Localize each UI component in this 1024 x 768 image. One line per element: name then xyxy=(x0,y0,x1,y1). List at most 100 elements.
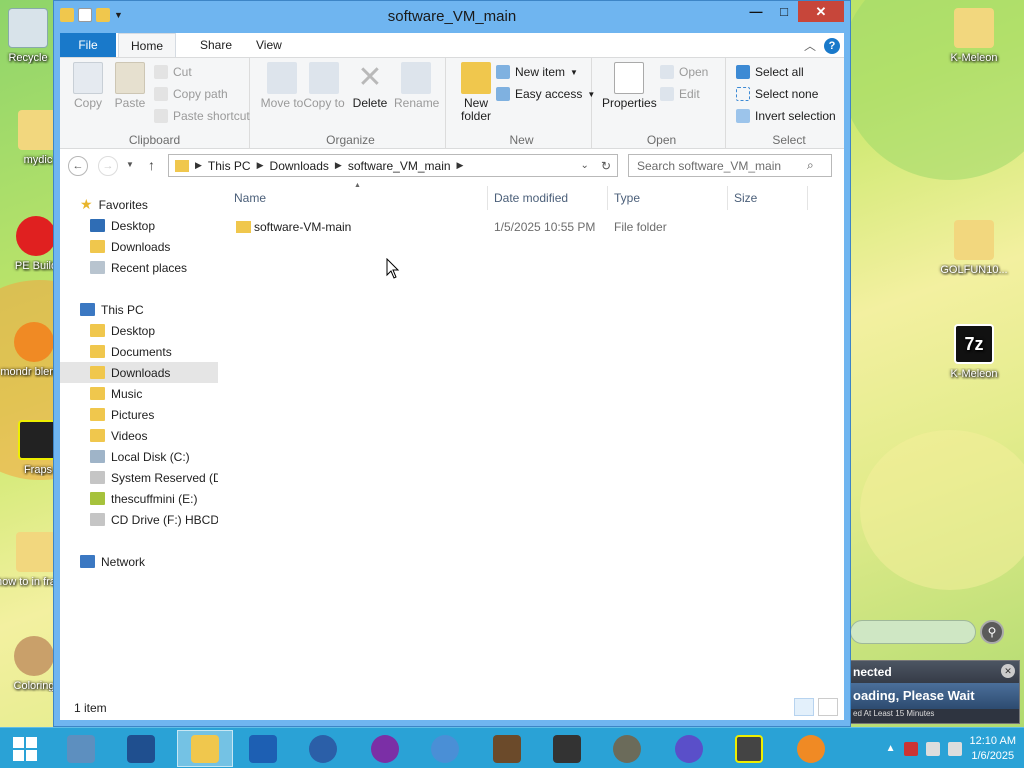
refresh-icon[interactable]: ↻ xyxy=(595,159,617,173)
column-header-type[interactable]: Type xyxy=(608,186,728,210)
nav-fav-downloads[interactable]: Downloads xyxy=(60,236,218,257)
nav-pc-downloads[interactable]: Downloads xyxy=(60,362,218,383)
nav-favorites[interactable]: ★ Favorites xyxy=(60,194,218,215)
rename-button[interactable]: Rename xyxy=(394,62,440,110)
taskbar-fraps[interactable] xyxy=(724,730,774,767)
taskbar-virus-app[interactable] xyxy=(664,730,714,767)
taskbar-yahoo-messenger[interactable] xyxy=(360,730,410,767)
tab-file[interactable]: File xyxy=(60,33,116,57)
maximize-button[interactable]: □ xyxy=(770,1,798,22)
search-icon[interactable]: ⌕ xyxy=(807,158,814,173)
taskbar-gimp[interactable] xyxy=(602,730,652,767)
invert-selection-button[interactable]: Invert selection xyxy=(736,106,836,126)
select-all-button[interactable]: Select all xyxy=(736,62,804,82)
taskbar-server-manager[interactable] xyxy=(56,730,106,767)
new-folder-button[interactable]: New folder xyxy=(454,62,498,123)
nav-pc-system-reserved-d[interactable]: System Reserved (D: xyxy=(60,467,218,488)
copy-to-icon xyxy=(309,62,339,94)
nav-pc-music[interactable]: Music xyxy=(60,383,218,404)
edit-label: Edit xyxy=(679,87,700,101)
taskbar-file-explorer[interactable] xyxy=(177,730,233,767)
copy-button[interactable]: Copy xyxy=(66,62,110,110)
taskbar-powershell[interactable] xyxy=(116,730,166,767)
nav-network[interactable]: Network xyxy=(60,551,218,572)
taskbar-app-a[interactable] xyxy=(238,730,288,767)
edit-button[interactable]: Edit xyxy=(660,84,700,104)
desktop-icon-golfun[interactable]: GOLFUN10... xyxy=(934,220,1014,276)
nav-fav-desktop[interactable]: Desktop xyxy=(60,215,218,236)
search-input[interactable] xyxy=(637,158,807,173)
up-arrow-icon[interactable]: ↑ xyxy=(148,157,155,173)
rename-label: Rename xyxy=(394,96,440,110)
nav-pc-documents[interactable]: Documents xyxy=(60,341,218,362)
open-button[interactable]: Open xyxy=(660,62,708,82)
copy-path-button[interactable]: Copy path xyxy=(154,84,228,104)
search-icon[interactable]: ⚲ xyxy=(980,620,1004,644)
new-item-button[interactable]: New item ▼ xyxy=(496,62,578,82)
recent-locations-chevron-icon[interactable]: ▼ xyxy=(126,160,134,169)
nav-pc-cd-drive-f[interactable]: CD Drive (F:) HBCD_ xyxy=(60,509,218,530)
breadcrumb-this-pc[interactable]: This PC xyxy=(202,159,257,173)
nav-pc-local-disk-c[interactable]: Local Disk (C:) xyxy=(60,446,218,467)
nav-pc-videos[interactable]: Videos xyxy=(60,425,218,446)
start-button[interactable] xyxy=(0,730,50,767)
paste-shortcut-button[interactable]: Paste shortcut xyxy=(154,106,250,126)
search-box[interactable]: ⌕ xyxy=(628,154,832,177)
taskbar-minecraft[interactable] xyxy=(482,730,532,767)
delete-button[interactable]: ✕ Delete xyxy=(348,62,392,110)
nav-this-pc[interactable]: This PC xyxy=(60,299,218,320)
address-bar[interactable]: ▶ This PC ▶ Downloads ▶ software_VM_main… xyxy=(168,154,618,177)
action-center-icon[interactable] xyxy=(903,741,918,756)
group-select: Select all Select none Invert selection … xyxy=(732,58,846,150)
app-a-icon xyxy=(249,734,277,763)
select-none-icon xyxy=(736,87,750,101)
tab-home[interactable]: Home xyxy=(118,33,177,57)
back-button[interactable]: ← xyxy=(68,156,88,176)
copy-to-button[interactable]: Copy to xyxy=(302,62,346,110)
breadcrumb-downloads[interactable]: Downloads xyxy=(264,159,335,173)
column-header-size[interactable]: Size xyxy=(728,186,808,210)
easy-access-button[interactable]: Easy access ▼ xyxy=(496,84,595,104)
taskbar-blender[interactable] xyxy=(786,730,836,767)
cut-button[interactable]: Cut xyxy=(154,62,192,82)
group-label: Open xyxy=(646,133,677,147)
tab-view[interactable]: View xyxy=(244,33,294,57)
close-button[interactable]: ✕ xyxy=(798,1,844,22)
large-icons-view-icon[interactable] xyxy=(818,698,838,716)
forward-button[interactable]: → xyxy=(98,156,118,176)
nav-pc-thescuffmini-e[interactable]: thescuffmini (E:) xyxy=(60,488,218,509)
table-row[interactable]: software-VM-main 1/5/2025 10:55 PM File … xyxy=(218,216,818,238)
clock[interactable]: 12:10 AM 1/6/2025 xyxy=(970,734,1016,764)
file-type: File folder xyxy=(614,220,667,234)
taskbar-media[interactable] xyxy=(542,730,592,767)
address-history-chevron-icon[interactable]: ⌄ xyxy=(575,160,595,171)
nav-fav-recent-places[interactable]: Recent places xyxy=(60,257,218,278)
desktop-icon-kmeleon-2[interactable]: 7z K-Meleon xyxy=(934,324,1014,380)
chevron-up-icon[interactable]: ︿ xyxy=(804,37,816,54)
properties-button[interactable]: Properties xyxy=(602,62,657,110)
nav-pc-pictures[interactable]: Pictures xyxy=(60,404,218,425)
close-icon[interactable]: ✕ xyxy=(1001,664,1015,678)
column-header-date[interactable]: Date modified xyxy=(488,186,608,210)
minimize-button[interactable]: — xyxy=(742,1,770,22)
select-none-button[interactable]: Select none xyxy=(736,84,818,104)
network-status-icon[interactable] xyxy=(925,741,940,756)
title-bar[interactable]: ▼ software_VM_main — □ ✕ xyxy=(54,1,850,32)
move-to-button[interactable]: Move to xyxy=(260,62,304,110)
paste-button[interactable]: Paste xyxy=(108,62,152,110)
widget-search-input[interactable] xyxy=(850,620,976,644)
copy-to-label: Copy to xyxy=(303,96,345,110)
taskbar-speech[interactable] xyxy=(420,730,470,767)
taskbar-app-refresh[interactable] xyxy=(298,730,348,767)
details-view-icon[interactable] xyxy=(794,698,814,716)
breadcrumb-current[interactable]: software_VM_main xyxy=(342,159,457,173)
tab-share[interactable]: Share xyxy=(188,33,244,57)
help-icon[interactable]: ? xyxy=(824,37,840,54)
desktop-icon-kmeleon-1[interactable]: K-Meleon xyxy=(934,8,1014,64)
volume-muted-icon[interactable] xyxy=(947,741,962,756)
nav-pc-desktop[interactable]: Desktop xyxy=(60,320,218,341)
copy-icon xyxy=(73,62,103,94)
fraps-icon xyxy=(18,420,58,460)
chevron-up-icon[interactable]: ▲ xyxy=(886,743,896,754)
column-header-name[interactable]: Name xyxy=(228,186,488,210)
